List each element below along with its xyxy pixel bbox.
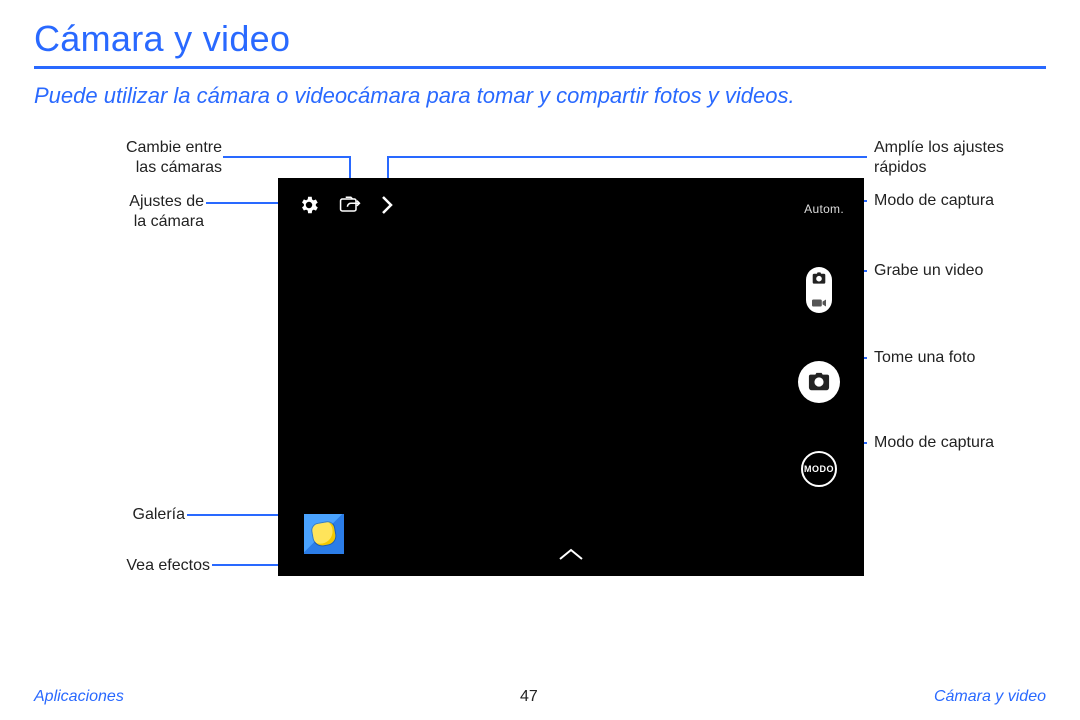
callout-take-photo: Tome una foto bbox=[874, 348, 975, 368]
mode-button[interactable]: MODO bbox=[801, 451, 837, 487]
page-title: Cámara y video bbox=[34, 18, 1046, 60]
switch-camera-icon[interactable] bbox=[338, 195, 362, 215]
gallery-thumbnail[interactable] bbox=[304, 514, 344, 554]
video-icon bbox=[812, 298, 826, 308]
callout-effects: Vea efectos bbox=[34, 556, 210, 576]
footer-section: Aplicaciones bbox=[34, 688, 124, 706]
callout-capture-mode-button: Modo de captura bbox=[874, 433, 994, 453]
callout-camera-settings: Ajustes de la cámara bbox=[34, 192, 204, 232]
gear-icon[interactable] bbox=[298, 194, 320, 216]
page-footer: Aplicaciones 47 Cámara y video bbox=[0, 688, 1080, 706]
footer-page-number: 47 bbox=[520, 688, 538, 706]
callout-capture-mode-label: Modo de captura bbox=[874, 191, 994, 211]
footer-subsection: Cámara y video bbox=[934, 688, 1046, 706]
lede-text: Puede utilizar la cámara o videocámara p… bbox=[34, 83, 1046, 109]
camera-screenshot: Autom. MODO bbox=[278, 178, 864, 576]
callout-switch-cameras: Cambie entre las cámaras bbox=[34, 138, 222, 178]
callout-record-video: Grabe un video bbox=[874, 261, 983, 281]
callout-expand-quick-settings: Amplíe los ajustes rápidos bbox=[874, 138, 1004, 178]
camera-video-toggle[interactable] bbox=[806, 267, 832, 313]
shutter-button[interactable] bbox=[798, 361, 840, 403]
figure: Autom. MODO bbox=[34, 133, 1046, 613]
callout-gallery: Galería bbox=[34, 505, 185, 525]
effects-chevron-up-icon[interactable] bbox=[558, 547, 584, 566]
chevron-right-icon[interactable] bbox=[380, 195, 394, 215]
camera-icon bbox=[812, 272, 826, 284]
title-rule bbox=[34, 66, 1046, 69]
flower-icon bbox=[311, 521, 336, 546]
